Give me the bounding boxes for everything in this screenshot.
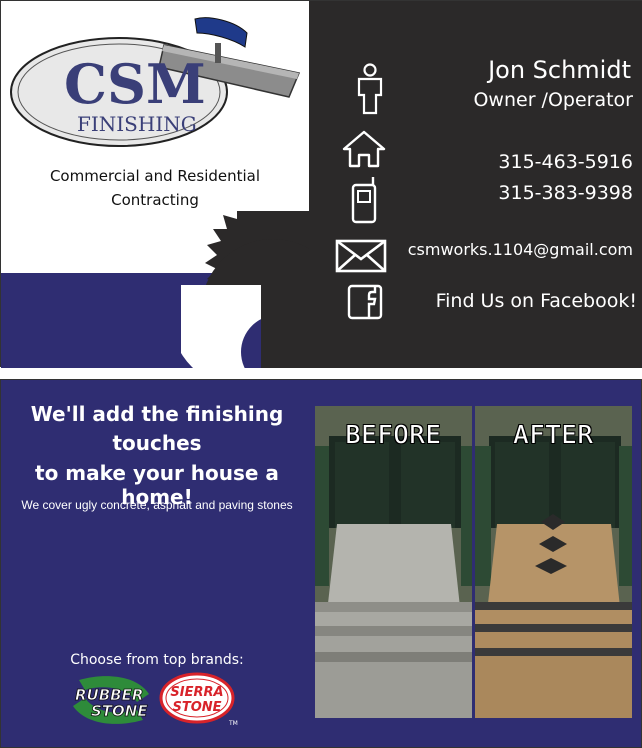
phone-number-2[interactable]: 315-383-9398	[498, 182, 633, 204]
logo-initials: CSM	[64, 52, 206, 116]
business-card-front: CSM FINISHING Commercial and Residential…	[0, 0, 642, 368]
home-icon	[342, 130, 386, 168]
envelope-icon	[335, 239, 387, 273]
facebook-icon	[347, 284, 383, 320]
csm-finishing-logo: CSM FINISHING	[10, 17, 301, 147]
before-label: BEFORE	[345, 420, 442, 449]
email-address[interactable]: csmworks.1104@gmail.com	[408, 240, 633, 259]
subline: We cover ugly concrete, asphalt and pavi…	[21, 498, 293, 512]
tagline-line1: Commercial and Residential	[49, 167, 261, 185]
sierra-stone-line2: STONE	[172, 700, 221, 715]
saw-lower-overlay	[181, 285, 261, 368]
headline-line1: We'll add the finishing	[30, 402, 284, 426]
owner-role: Owner /Operator	[473, 89, 633, 111]
sierra-stone-line1: SIERRA	[170, 685, 223, 700]
front-right-panel: Jon Schmidt Owner /Operator 315-463-5916…	[309, 1, 642, 368]
logo-word: FINISHING	[77, 112, 197, 136]
front-left-panel: CSM FINISHING Commercial and Residential…	[1, 1, 309, 368]
rubber-stone-logo: RUBBER STONE	[73, 676, 149, 724]
rubber-stone-line2: STONE	[91, 702, 148, 720]
owner-name: Jon Schmidt	[488, 56, 631, 84]
facebook-link[interactable]: Find Us on Facebook!	[436, 290, 637, 312]
sierra-stone-logo: SIERRA STONE TM	[159, 672, 238, 727]
mobile-phone-icon	[351, 177, 377, 224]
phone-number-1[interactable]: 315-463-5916	[498, 151, 633, 173]
sierra-stone-tm: TM	[228, 720, 238, 727]
tagline-line2: Contracting	[111, 191, 199, 209]
business-card-back: We'll add the finishing touches to make …	[0, 379, 642, 748]
after-photo: AFTER	[475, 406, 632, 718]
brands-label: Choose from top brands:	[70, 652, 244, 668]
person-icon	[357, 63, 383, 115]
before-photo: BEFORE	[315, 406, 472, 718]
after-label: AFTER	[513, 420, 594, 449]
headline-line2: touches	[112, 431, 202, 455]
